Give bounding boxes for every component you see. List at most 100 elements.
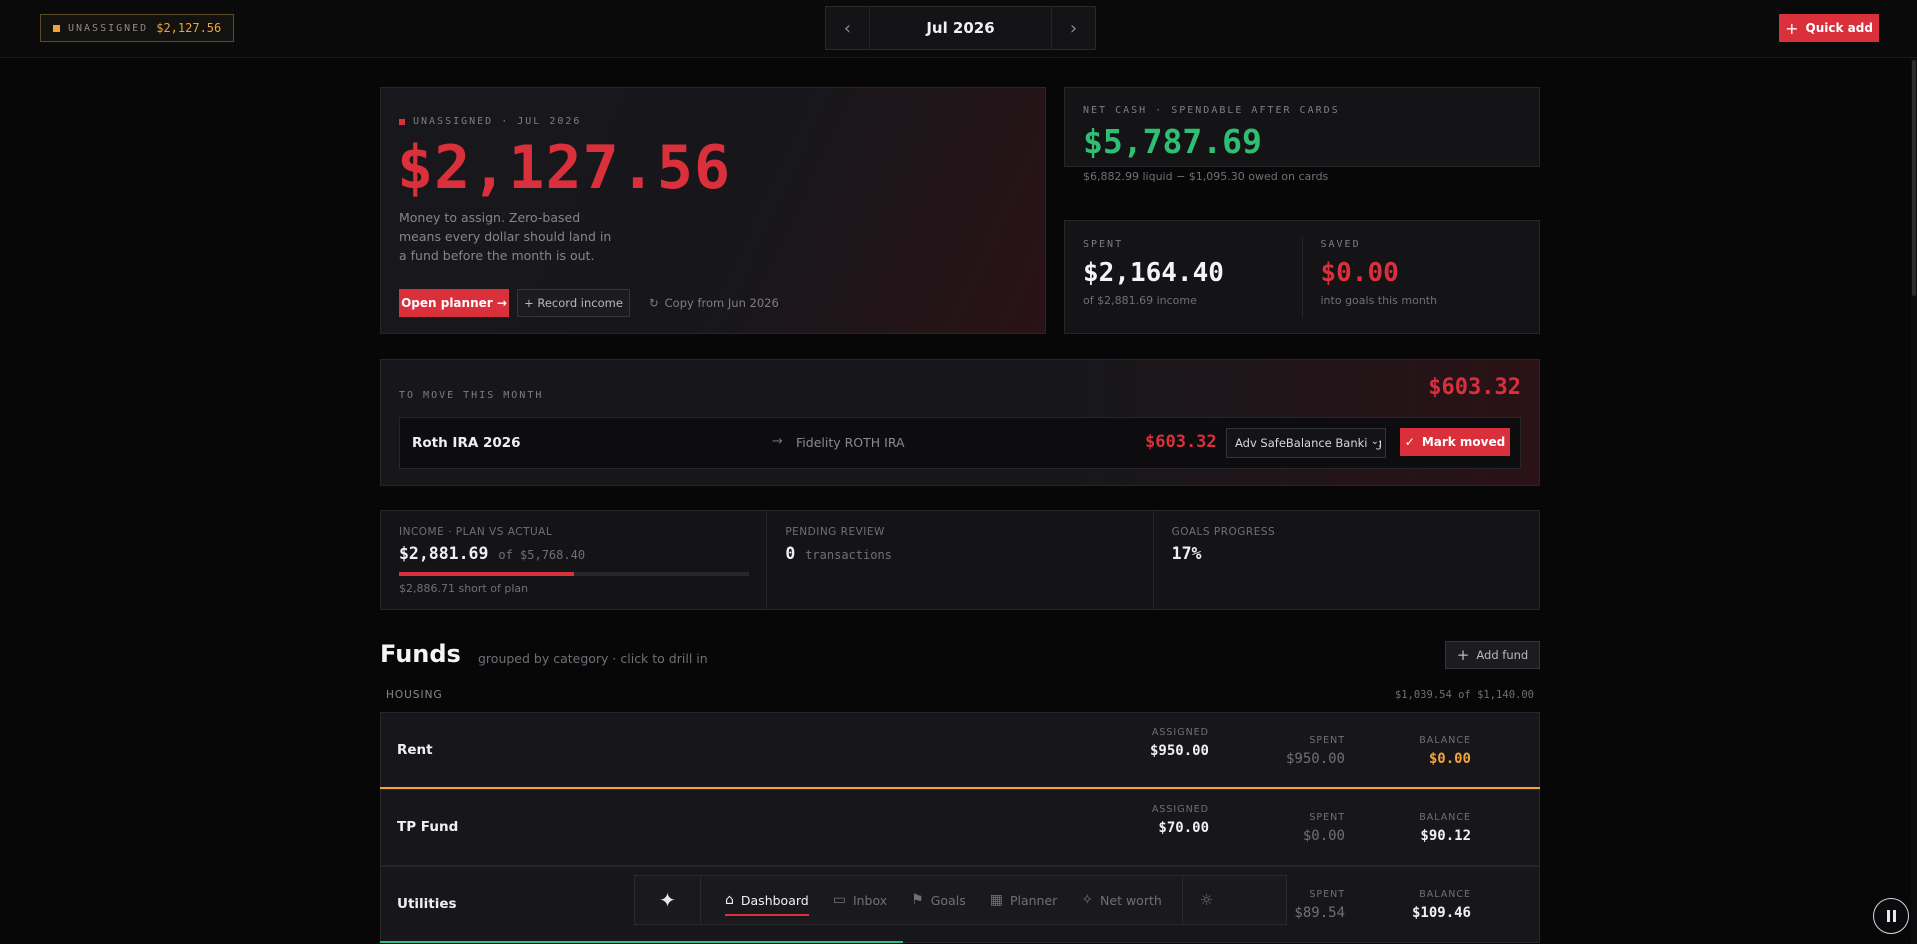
goals-progress-stat[interactable]: GOALS PROGRESS 17% [1152, 511, 1539, 609]
fund-balance: BALANCE $109.46 [1412, 889, 1471, 921]
saved-value: $0.00 [1320, 258, 1399, 288]
pause-icon [1886, 910, 1890, 922]
arrow-right-icon: → [772, 434, 783, 449]
balance-value: $0.00 [1428, 751, 1471, 767]
eyebrow-text: UNASSIGNED · JUL 2026 [413, 116, 582, 127]
calendar-icon: ▦ [989, 892, 1003, 908]
income-planned: of $5,768.40 [498, 548, 586, 562]
chevron-right-icon: › [1069, 17, 1078, 39]
to-move-card: TO MOVE THIS MONTH $603.32 Roth IRA 2026… [380, 359, 1540, 486]
open-planner-button[interactable]: Open planner → [399, 289, 509, 317]
fund-spent: SPENT $950.00 [1286, 735, 1345, 767]
balance-value: $90.12 [1420, 828, 1471, 844]
mark-moved-label: Mark moved [1421, 435, 1506, 449]
spent-value: $0.00 [1302, 828, 1345, 844]
pause-button[interactable] [1873, 898, 1909, 934]
category-total: $1,039.54 of $1,140.00 [1395, 689, 1534, 701]
home-icon: ⌂ [725, 892, 734, 908]
saved-sub: into goals this month [1320, 294, 1438, 307]
unassigned-eyebrow: UNASSIGNED · JUL 2026 [399, 116, 581, 127]
net-cash-label: NET CASH · SPENDABLE AFTER CARDS [1083, 105, 1340, 116]
nav-label: Inbox [852, 892, 888, 908]
assigned-label: ASSIGNED [1151, 804, 1209, 815]
balance-label: BALANCE [1419, 735, 1471, 746]
theme-toggle-button[interactable]: ☼ [1181, 876, 1230, 924]
unassigned-card: UNASSIGNED · JUL 2026 $2,127.56 Money to… [380, 87, 1046, 334]
nav-net-worth[interactable]: ✧ Net worth [1069, 876, 1173, 924]
mark-moved-button[interactable]: ✓ Mark moved [1400, 428, 1510, 456]
fund-row-tp-fund[interactable]: TP Fund ASSIGNED $70.00 SPENT $0.00 BALA… [380, 789, 1540, 866]
spent-value: $2,164.40 [1083, 258, 1224, 288]
nav-label: Goals [930, 892, 966, 908]
to-move-total: $603.32 [1428, 375, 1521, 400]
nav-label: Net worth [1100, 892, 1162, 908]
next-month-button[interactable]: › [1051, 7, 1095, 49]
transfer-destination: Fidelity ROTH IRA [796, 435, 905, 450]
current-month: Jul 2026 [926, 19, 995, 37]
balance-label: BALANCE [1419, 812, 1471, 823]
spent-label: SPENT [1309, 735, 1345, 746]
nav-dashboard[interactable]: ⌂ Dashboard [713, 876, 821, 924]
pending-caption: PENDING REVIEW [785, 526, 885, 538]
fund-row-rent[interactable]: Rent ASSIGNED $950.00 SPENT $950.00 BALA… [380, 712, 1540, 789]
spent-value: $89.54 [1294, 905, 1345, 921]
category-header-housing[interactable]: HOUSING $1,039.54 of $1,140.00 [386, 689, 1534, 701]
add-fund-label: Add fund [1476, 648, 1529, 662]
spent-value: $950.00 [1285, 751, 1345, 767]
bottom-navigation: ✦ ⌂ Dashboard ▭ Inbox ⚑ Goals ▦ Planner … [634, 875, 1287, 925]
nav-goals[interactable]: ⚑ Goals [899, 876, 978, 924]
chevron-left-icon: ‹ [843, 17, 852, 39]
square-icon [53, 24, 60, 32]
income-stat[interactable]: INCOME · PLAN VS ACTUAL $2,881.69 of $5,… [381, 511, 766, 609]
pending-count: 0 [785, 544, 796, 563]
fund-balance: BALANCE $0.00 [1419, 735, 1471, 767]
scrollbar-thumb[interactable] [1912, 60, 1916, 296]
assigned-value: $70.00 [1158, 820, 1209, 836]
fund-name: Utilities [397, 896, 457, 912]
plus-icon: + [1456, 646, 1470, 664]
inbox-icon: ▭ [832, 892, 846, 908]
pending-review-stat[interactable]: PENDING REVIEW 0 transactions [766, 511, 1152, 609]
goals-caption: GOALS PROGRESS [1171, 526, 1276, 538]
goals-value: 17% [1171, 544, 1202, 563]
transfer-row: Roth IRA 2026 → Fidelity ROTH IRA $603.3… [399, 417, 1521, 469]
funds-title: Funds [380, 640, 461, 668]
saved-panel: SAVED $0.00 into goals this month [1301, 237, 1540, 317]
funds-subtitle: grouped by category · click to drill in [478, 651, 708, 666]
nav-planner[interactable]: ▦ Planner [978, 876, 1070, 924]
net-cash-card: NET CASH · SPENDABLE AFTER CARDS $5,787.… [1064, 87, 1540, 183]
quick-add-button[interactable]: + Quick add [1779, 14, 1879, 42]
stats-row: INCOME · PLAN VS ACTUAL $2,881.69 of $5,… [380, 510, 1540, 610]
fund-name: Rent [397, 742, 433, 758]
quick-add-label: Quick add [1805, 21, 1873, 35]
fund-balance: BALANCE $90.12 [1419, 812, 1471, 844]
transfer-source: Roth IRA 2026 [412, 435, 521, 451]
app-logo-icon[interactable]: ✦ [635, 876, 701, 924]
pending-value: 0 transactions [785, 544, 892, 563]
spent-label: SPENT [1309, 889, 1345, 900]
income-shortfall: $2,886.71 short of plan [399, 582, 529, 595]
nav-label: Planner [1009, 892, 1058, 908]
unassigned-label: UNASSIGNED [68, 22, 149, 34]
copy-from-previous-button[interactable]: ↻ Copy from Jun 2026 [649, 289, 779, 317]
assigned-label: ASSIGNED [1151, 727, 1209, 738]
net-cash-value: $5,787.69 [1083, 122, 1262, 161]
record-income-button[interactable]: + Record income [517, 289, 630, 317]
balance-label: BALANCE [1419, 889, 1471, 900]
balance-value: $109.46 [1411, 905, 1471, 921]
previous-month-button[interactable]: ‹ [826, 7, 870, 49]
spent-panel: SPENT $2,164.40 of $2,881.69 income [1065, 221, 1302, 333]
pause-icon [1892, 910, 1896, 922]
sun-icon: ☼ [1199, 891, 1214, 909]
nav-inbox[interactable]: ▭ Inbox [821, 876, 899, 924]
category-name: HOUSING [386, 689, 443, 701]
unassigned-pill[interactable]: UNASSIGNED $2,127.56 [40, 14, 235, 42]
add-fund-button[interactable]: + Add fund [1445, 641, 1540, 669]
sparkle-icon: ✧ [1081, 892, 1094, 908]
square-icon [399, 118, 405, 125]
income-caption: INCOME · PLAN VS ACTUAL [399, 526, 553, 538]
source-account-select[interactable]: Adv SafeBalance Banking ⌄ [1226, 428, 1386, 458]
flag-icon: ⚑ [911, 892, 924, 908]
fund-name: TP Fund [397, 819, 459, 835]
check-icon: ✓ [1404, 435, 1415, 449]
